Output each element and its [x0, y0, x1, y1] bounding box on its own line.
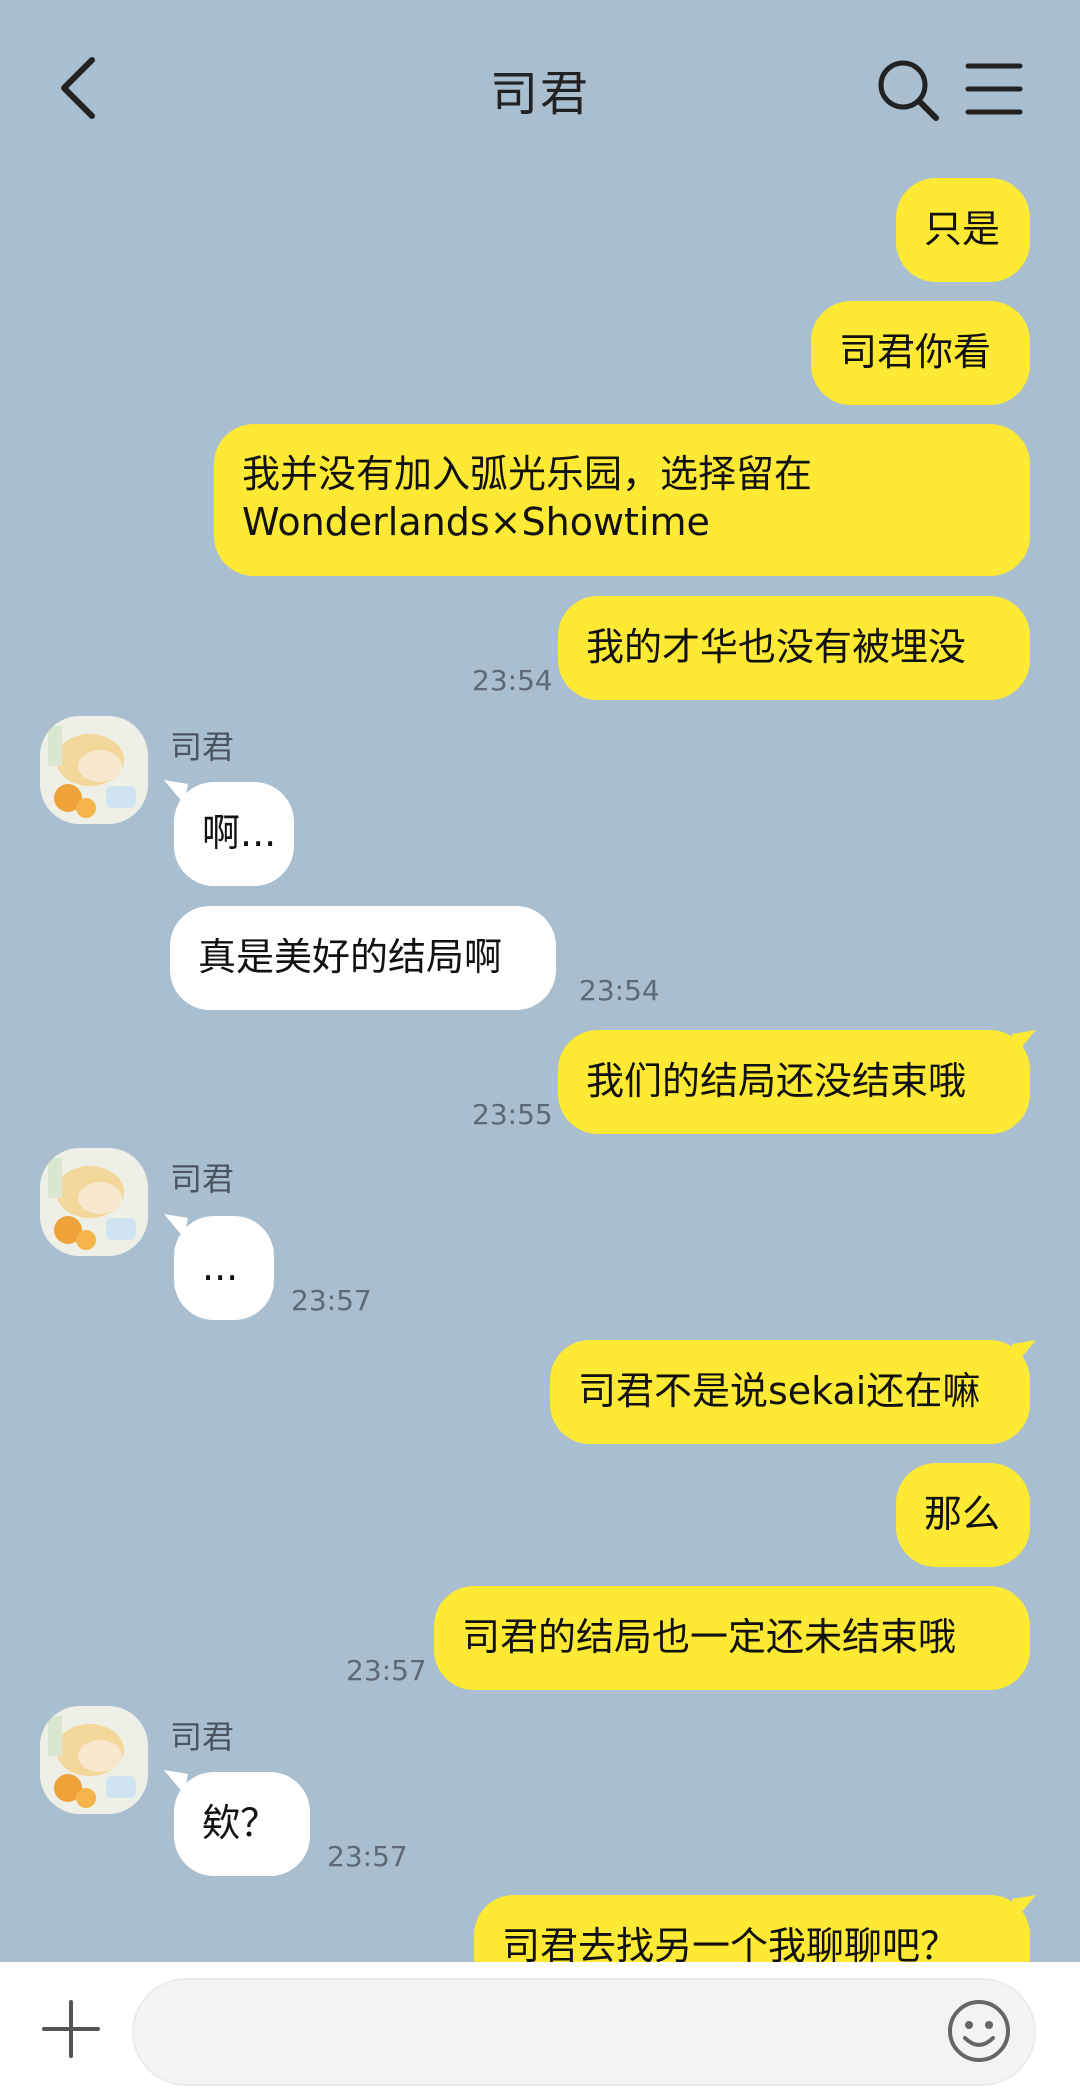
search-button[interactable]	[876, 58, 940, 122]
contact-avatar[interactable]	[40, 716, 148, 824]
add-attachment-button[interactable]	[40, 1998, 102, 2060]
my-message-bubble[interactable]: 只是	[896, 178, 1030, 282]
message-text: 司君的结局也一定还未结束哦	[462, 1615, 957, 1659]
emoji-button[interactable]	[946, 1998, 1012, 2064]
chat-header: 司君	[0, 0, 1080, 180]
back-button[interactable]	[52, 52, 108, 124]
message-text: ...	[202, 1245, 239, 1289]
search-icon	[878, 60, 939, 121]
smiley-icon	[948, 2000, 1010, 2062]
message-time: 23:54	[579, 974, 660, 1007]
message-text: 欸？	[202, 1801, 279, 1845]
sender-name: 司君	[170, 1718, 235, 1756]
message-text-line: Wonderlands×Showtime	[242, 500, 710, 544]
message-time: 23:55	[472, 1098, 553, 1131]
message-text: 真是美好的结局啊	[198, 935, 503, 979]
message-text: 我的才华也没有被埋没	[586, 625, 967, 669]
message-time: 23:57	[346, 1654, 427, 1687]
my-message-bubble[interactable]: 司君不是说sekai还在嘛	[550, 1340, 1030, 1444]
my-message-bubble[interactable]: 我的才华也没有被埋没	[558, 596, 1030, 700]
message-input-bar	[0, 1962, 1080, 2100]
their-message-bubble[interactable]: 啊...	[174, 782, 294, 886]
my-message-bubble[interactable]: 那么	[896, 1463, 1030, 1567]
menu-button[interactable]	[964, 60, 1024, 118]
bubble-tail	[1012, 1340, 1036, 1364]
avatar-image	[40, 716, 148, 824]
sender-name: 司君	[170, 1160, 235, 1198]
message-text: 只是	[924, 207, 1001, 251]
message-text: 那么	[924, 1492, 1001, 1536]
their-message-bubble[interactable]: ...	[174, 1216, 274, 1320]
message-time: 23:57	[291, 1284, 372, 1317]
bubble-tail	[1012, 1030, 1036, 1054]
message-text: 啊...	[202, 811, 277, 855]
my-message-bubble[interactable]: 我并没有加入弧光乐园，选择留在 Wonderlands×Showtime	[214, 424, 1030, 576]
their-message-bubble[interactable]: 真是美好的结局啊	[170, 906, 556, 1010]
hamburger-menu-icon	[965, 63, 1023, 115]
message-text: 司君不是说sekai还在嘛	[578, 1369, 981, 1413]
contact-avatar[interactable]	[40, 1706, 148, 1814]
my-message-bubble[interactable]: 我们的结局还没结束哦	[558, 1030, 1030, 1134]
their-message-bubble[interactable]: 欸？	[174, 1772, 310, 1876]
bubble-tail	[164, 780, 188, 804]
bubble-tail	[1012, 1895, 1036, 1919]
bubble-tail	[164, 1214, 188, 1238]
plus-icon	[42, 2000, 100, 2058]
message-time: 23:57	[327, 1840, 408, 1873]
avatar-image	[40, 1706, 148, 1814]
sender-name: 司君	[170, 728, 235, 766]
message-text: 司君你看	[839, 330, 992, 374]
message-time: 23:54	[472, 664, 553, 697]
chevron-left-icon	[61, 57, 95, 119]
avatar-image	[40, 1148, 148, 1256]
message-text: 我们的结局还没结束哦	[586, 1059, 967, 1103]
my-message-bubble[interactable]: 司君你看	[811, 301, 1030, 405]
contact-avatar[interactable]	[40, 1148, 148, 1256]
bubble-tail	[164, 1770, 188, 1794]
message-text-line: 我并没有加入弧光乐园，选择留在	[242, 452, 813, 496]
message-input[interactable]	[132, 1978, 1036, 2086]
my-message-bubble[interactable]: 司君的结局也一定还未结束哦	[434, 1586, 1030, 1690]
